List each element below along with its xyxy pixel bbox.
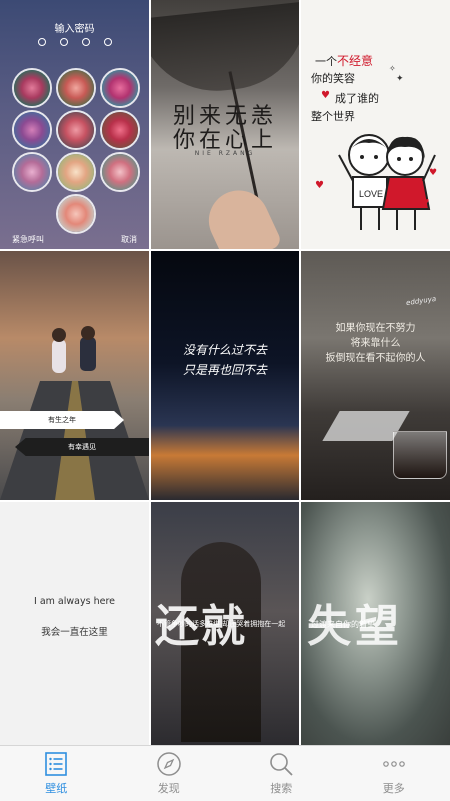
compass-icon: [156, 751, 182, 777]
cartoon-line-3: 成了谁的: [335, 90, 379, 106]
wallpaper-tile-couple[interactable]: 还就 不管争吵的话多难堪 却还哭着拥抱在一起: [151, 502, 299, 745]
cartoon-line-1: 一个不经意: [315, 52, 373, 69]
poem-subtitle: NIE RZANG: [151, 150, 299, 157]
passcode-dot: [82, 38, 90, 46]
wallpaper-tile-smoke[interactable]: 失望 过渡来自你的着望: [301, 502, 450, 745]
wallpaper-tile-quote[interactable]: I am always here 我会一直在这里: [0, 502, 149, 745]
wallpaper-tile-cartoon[interactable]: 一个不经意 你的笑容 成了谁的 整个世界 ♥ ✦ ✧ LOVE ♥ ♥ ♥: [301, 0, 450, 249]
tab-label: 更多: [383, 780, 405, 796]
wallpaper-tile-coffee[interactable]: eddyuya 如果你现在不努力 将来靠什么 扳倒现在看不起你的人: [301, 251, 450, 500]
wallpaper-grid: 输入密码 紧急呼叫 取消 别来无恙 你在心上 NIE RZANG 一个不经意 你…: [0, 0, 450, 745]
tab-search[interactable]: 搜索: [225, 746, 338, 801]
coffee-cup-shape: [393, 431, 447, 479]
passcode-dot: [38, 38, 46, 46]
rose-key: [12, 152, 52, 192]
emergency-call-label: 紧急呼叫: [12, 234, 44, 245]
rose-key: [56, 110, 96, 150]
coffee-line-3: 扳倒现在看不起你的人: [301, 349, 450, 364]
more-icon: [381, 751, 407, 777]
passcode-dots: [0, 38, 149, 46]
couple-small-text: 不管争吵的话多难堪 却还哭着拥抱在一起: [157, 619, 285, 629]
rose-key: [12, 110, 52, 150]
passcode-dot: [104, 38, 112, 46]
hand-shape: [199, 181, 283, 249]
tab-discover[interactable]: 发现: [113, 746, 226, 801]
rose-key: [100, 68, 140, 108]
wallpaper-tile-night[interactable]: 没有什么过不去 只是再也回不去: [151, 251, 299, 500]
rose-key: [100, 110, 140, 150]
passcode-dot: [60, 38, 68, 46]
rose-key: [56, 194, 96, 234]
tab-label: 搜索: [270, 780, 292, 796]
wallpaper-tile-road[interactable]: 有生之年 有幸遇见: [0, 251, 149, 500]
cartoon-couple-illustration: LOVE: [331, 125, 441, 240]
signature-text: eddyuya: [405, 295, 436, 307]
bottom-tab-bar: 壁纸 发现 搜索 更多: [0, 745, 450, 801]
list-icon: [43, 751, 69, 777]
rose-key: [12, 68, 52, 108]
tab-label: 壁纸: [45, 780, 67, 796]
tab-wallpaper[interactable]: 壁纸: [0, 746, 113, 801]
night-line-2: 只是再也回不去: [151, 361, 299, 378]
wallpaper-tile-lockscreen[interactable]: 输入密码 紧急呼叫 取消: [0, 0, 149, 249]
heart-icon: ♥: [321, 90, 330, 101]
heart-icon: ♥: [315, 180, 324, 191]
cartoon-line-2: 你的笑容: [311, 70, 355, 86]
cartoon-line-4: 整个世界: [311, 108, 355, 124]
umbrella-shape: [151, 1, 299, 98]
coffee-line-2: 将来靠什么: [301, 334, 450, 349]
quote-line-chinese: 我会一直在这里: [0, 624, 149, 638]
road-banner-2: 有幸遇见: [15, 438, 149, 456]
search-icon: [268, 751, 294, 777]
night-line-1: 没有什么过不去: [151, 341, 299, 358]
rose-key: [56, 68, 96, 108]
coffee-line-1: 如果你现在不努力: [301, 319, 450, 334]
rose-key: [56, 152, 96, 192]
svg-text:LOVE: LOVE: [359, 189, 383, 199]
road-scene: [0, 251, 149, 500]
heart-icon: ♥: [423, 198, 429, 206]
lock-title: 输入密码: [0, 20, 149, 35]
heart-icon: ♥: [429, 168, 437, 178]
quote-line-english: I am always here: [0, 596, 149, 607]
sparkle-icon: ✧: [389, 64, 396, 73]
smoke-small-text: 过渡来自你的着望: [311, 619, 375, 630]
rose-key: [100, 152, 140, 192]
road-banner-1: 有生之年: [0, 411, 124, 429]
tab-label: 发现: [158, 780, 180, 796]
tab-more[interactable]: 更多: [338, 746, 450, 801]
cancel-label: 取消: [121, 234, 137, 245]
sparkle-icon: ✦: [396, 74, 404, 84]
wallpaper-tile-umbrella[interactable]: 别来无恙 你在心上 NIE RZANG: [151, 0, 299, 249]
